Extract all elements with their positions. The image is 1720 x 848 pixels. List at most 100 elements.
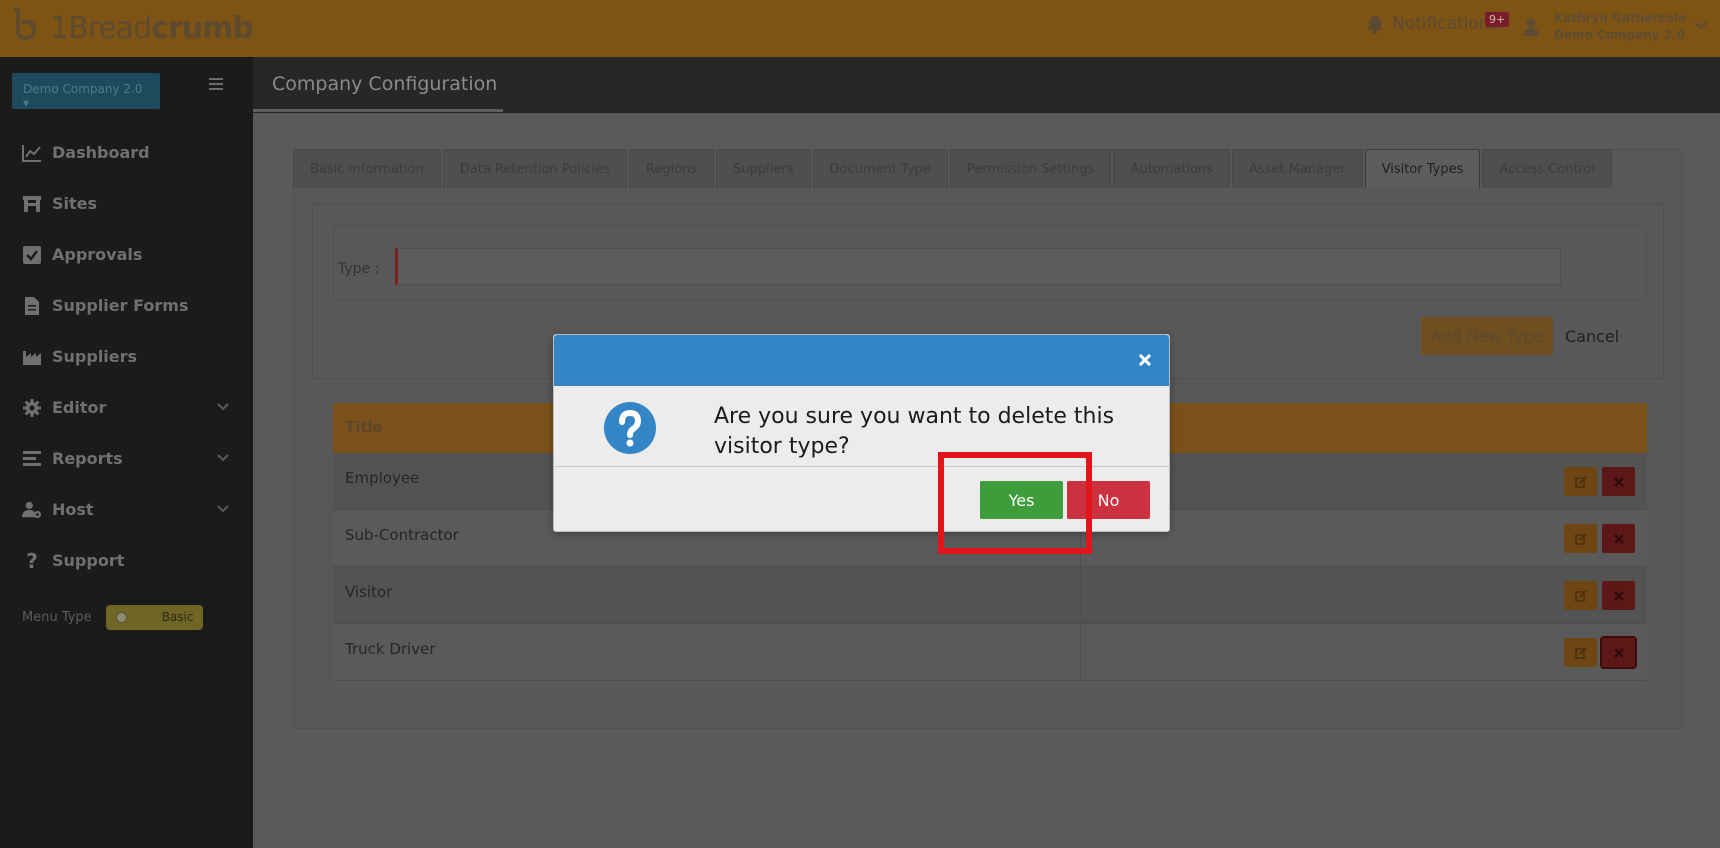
user-menu[interactable]: Kathryn Gathercole Demo Company 2.0 [1522,10,1686,44]
chevron-down-icon [217,505,229,513]
table-row: Visitor [333,567,1647,624]
edit-icon [1574,475,1587,488]
delete-button[interactable] [1602,524,1635,553]
user-icon [1523,18,1539,36]
highlight-box [938,452,1092,554]
sidebar-item-sites[interactable]: Sites [0,178,253,229]
logo[interactable]: 1Breadcrumb [8,4,254,52]
row-title: Truck Driver [345,640,436,658]
tab-data-retention-policies[interactable]: Data Retention Policies [442,149,627,188]
edit-icon [1574,532,1587,545]
edit-button[interactable] [1564,638,1597,667]
top-bar: 1Breadcrumb Notifications 9+ Kathryn Gat… [0,0,1720,57]
close-icon [1613,647,1624,658]
row-title: Sub-Contractor [345,526,459,544]
close-icon [1613,476,1624,487]
tab-suppliers[interactable]: Suppliers [716,149,811,188]
sidebar-item-label: Support [52,551,125,570]
close-icon [1613,590,1624,601]
edit-button[interactable] [1564,467,1597,496]
tab-asset-manager[interactable]: Asset Manager [1231,149,1363,188]
company-selector[interactable]: Demo Company 2.0 ▾ [12,73,160,110]
type-input[interactable] [395,248,1561,285]
sidebar-item-label: Reports [52,449,123,468]
row-actions [1564,467,1635,496]
page-title: Company Configuration [272,73,498,95]
tab-basic-information[interactable]: Basic Information [293,149,441,188]
tab-document-type[interactable]: Document Type [812,149,948,188]
row-actions [1564,524,1635,553]
sidebar-item-host[interactable]: Host [0,484,253,535]
user-gear-icon [22,500,42,520]
sidebar-nav: Dashboard Sites Approvals Supplier Forms… [0,127,253,586]
menu-type: Menu Type Basic [22,605,203,630]
notifications-label: Notifications [1392,14,1499,34]
column-divider [1080,624,1081,680]
tab-visitor-types[interactable]: Visitor Types [1364,149,1481,188]
edit-button[interactable] [1564,581,1597,610]
tab-automations[interactable]: Automations [1113,149,1230,188]
notifications-badge: 9+ [1485,12,1510,27]
delete-button[interactable] [1602,467,1635,496]
sidebar-item-reports[interactable]: Reports [0,433,253,484]
row-title: Visitor [345,583,393,601]
sidebar-item-editor[interactable]: Editor [0,382,253,433]
user-info: Kathryn Gathercole Demo Company 2.0 [1554,10,1686,44]
menu-type-toggle[interactable]: Basic [105,605,203,630]
sidebar-item-label: Host [52,500,94,519]
delete-button[interactable] [1602,581,1635,610]
sidebar-item-supplier-forms[interactable]: Supplier Forms [0,280,253,331]
title-underline [253,109,503,112]
type-label: Type : [338,261,380,277]
bell-icon [1367,16,1383,34]
list-icon [22,449,42,469]
toggle-label: Basic [161,610,194,624]
edit-button[interactable] [1564,524,1597,553]
row-title: Employee [345,469,420,487]
edit-icon [1574,589,1587,602]
building-icon [22,194,42,214]
close-icon[interactable] [1137,352,1153,368]
chart-icon [22,143,42,163]
add-new-type-button[interactable]: Add New Type [1421,317,1553,355]
tab-access-control[interactable]: Access Control [1482,149,1612,188]
logo-icon [14,8,37,41]
config-tabs: Basic Information Data Retention Policie… [293,149,1614,188]
sidebar-item-support[interactable]: ? Support [0,535,253,586]
column-divider [1080,567,1081,623]
tab-regions[interactable]: Regions [628,149,715,188]
logo-text: 1Breadcrumb [50,10,254,46]
hamburger-icon[interactable] [209,77,223,91]
sidebar-item-label: Supplier Forms [52,296,189,315]
chevron-down-icon[interactable] [1694,20,1708,30]
file-icon [22,296,42,316]
table-row: Truck Driver [333,624,1647,681]
checkbox-icon [22,245,42,265]
question-icon: ? [26,548,38,573]
cancel-link[interactable]: Cancel [1565,327,1619,346]
close-icon [1613,533,1624,544]
delete-button[interactable] [1600,636,1637,669]
sidebar-item-label: Suppliers [52,347,138,366]
industry-icon [22,347,42,367]
chevron-down-icon [217,454,229,462]
user-name: Kathryn Gathercole [1554,11,1687,25]
toggle-knob [115,612,127,623]
sidebar-item-label: Editor [52,398,107,417]
sidebar-item-label: Dashboard [52,143,150,162]
user-company: Demo Company 2.0 [1554,28,1686,42]
sidebar-item-suppliers[interactable]: Suppliers [0,331,253,382]
sidebar: Demo Company 2.0 ▾ Dashboard Sites Appro… [0,57,253,848]
sidebar-item-approvals[interactable]: Approvals [0,229,253,280]
sidebar-item-dashboard[interactable]: Dashboard [0,127,253,178]
sidebar-item-label: Sites [52,194,98,213]
row-actions [1564,581,1635,610]
menu-type-label: Menu Type [22,610,92,625]
dialog-header [554,335,1169,386]
tab-permission-settings[interactable]: Permission Settings [949,149,1112,188]
notifications-link[interactable]: Notifications 9+ [1366,12,1510,34]
sidebar-item-label: Approvals [52,245,143,264]
page-header: Company Configuration [253,57,1720,113]
chevron-down-icon [217,403,229,411]
gear-icon [22,398,42,418]
